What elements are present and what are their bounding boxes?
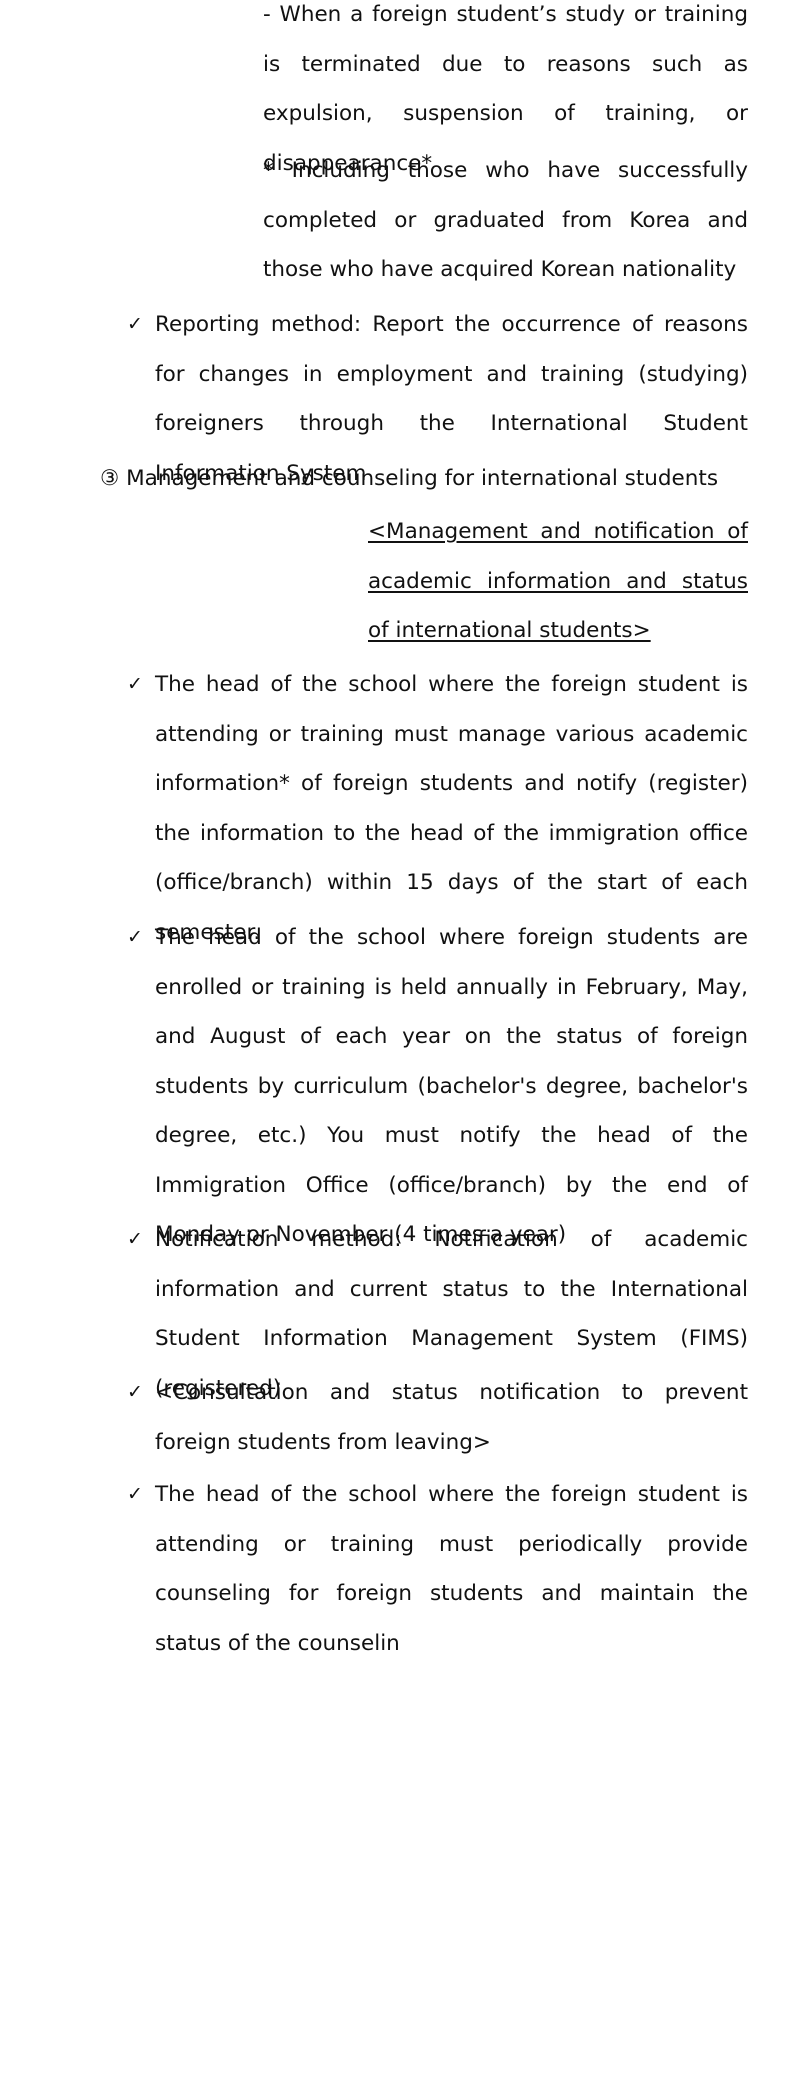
subsection-title: <Management and notification of academic… [368,507,748,656]
subsection-title-text: <Management and notification of academic… [368,519,748,643]
section-heading: ③ Management and counseling for internat… [100,454,750,504]
termination-footnote-text: * Including those who have successfully … [263,158,748,282]
checkmark-icon: ✓ [127,1228,143,1250]
checkmark-icon: ✓ [127,313,143,335]
counseling-text: The head of the school where the foreign… [155,1482,748,1656]
termination-footnote: * Including those who have successfully … [263,146,748,295]
checkmark-icon: ✓ [127,673,143,695]
status-notification-text: The head of the school where foreign stu… [155,925,748,1247]
document-page: - When a foreign student’s study or trai… [0,0,793,2078]
checkmark-icon: ✓ [127,1381,143,1403]
status-notification-item: ✓ The head of the school where foreign s… [127,913,748,1260]
section-heading-text: ③ Management and counseling for internat… [100,466,719,491]
checkmark-icon: ✓ [127,926,143,948]
checkmark-icon: ✓ [127,1483,143,1505]
academic-info-text: The head of the school where the foreign… [155,672,748,945]
consultation-title-item: ✓ <Consultation and status notification … [127,1368,748,1467]
consultation-title-text: <Consultation and status notification to… [155,1380,748,1455]
counseling-item: ✓ The head of the school where the forei… [127,1470,748,1668]
